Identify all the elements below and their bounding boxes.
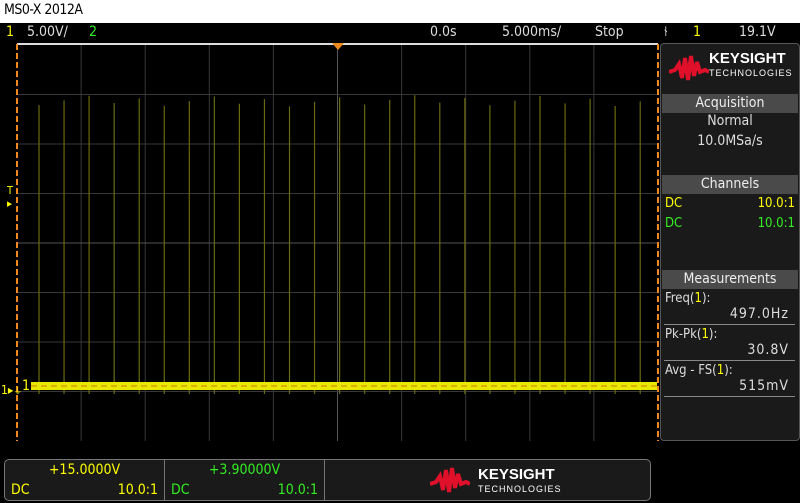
keysight-logo-bottom: KEYSIGHT TECHNOLOGIES — [430, 462, 570, 498]
ch2-probe: 10.0:1 — [277, 482, 318, 498]
ch1-info[interactable]: +15.0000V DC 10.0:1 — [5, 460, 165, 500]
measurement-freq[interactable]: Freq(1): 497.0Hz — [661, 289, 799, 325]
ch1-trace-label: 1 — [22, 378, 31, 394]
ch2-offset: +3.90000V — [208, 462, 281, 478]
ch1-scale[interactable]: 5.00V/ — [27, 24, 68, 40]
logo-sub: TECHNOLOGIES — [478, 484, 562, 494]
channel-2-row[interactable]: DC 10.0:1 — [661, 216, 799, 233]
meas-label-end: ): — [724, 363, 733, 378]
measurement-pkpk[interactable]: Pk-Pk(1): 30.8V — [661, 325, 799, 361]
ch1-ground-label: 1 — [1, 383, 8, 397]
meas-label-end: ): — [701, 291, 711, 306]
logo-name: KEYSIGHT — [478, 466, 555, 483]
meas-label: Freq( — [665, 291, 695, 306]
ch2-coupling: DC — [171, 482, 190, 498]
trigger-level-label: T — [7, 184, 14, 197]
graticule — [17, 45, 658, 441]
meas-value: 497.0Hz — [664, 306, 795, 325]
ground-icon: ⏚ — [13, 387, 23, 397]
acquisition-header[interactable]: Acquisition — [662, 94, 798, 113]
waveform-display[interactable] — [17, 43, 658, 441]
trigger-source[interactable]: 1 — [693, 24, 701, 40]
status-bar: 1 5.00V/ 2 0.0s 5.000ms/ Stop ⫮ 1 19.1V — [0, 23, 800, 43]
meas-label: Pk-Pk( — [665, 327, 702, 342]
timebase[interactable]: 5.000ms/ — [502, 24, 561, 40]
right-boundary — [657, 44, 659, 441]
left-boundary — [16, 44, 18, 441]
acquisition-mode: Normal — [707, 113, 753, 129]
meas-value: 30.8V — [664, 342, 795, 361]
ch2-info[interactable]: +3.90000V DC 10.0:1 — [165, 460, 325, 500]
meas-value: 515mV — [664, 378, 795, 397]
measurements-header[interactable]: Measurements — [662, 270, 798, 289]
ch2-number[interactable]: 2 — [89, 24, 97, 40]
ch1-probe: 10.0:1 — [117, 482, 158, 498]
window-title: MS0-X 2012A — [0, 0, 800, 23]
ch1-probe: 10.0:1 — [757, 196, 795, 211]
logo-sub: TECHNOLOGIES — [709, 68, 793, 78]
trigger-position-marker[interactable] — [332, 43, 344, 50]
measurement-avg[interactable]: Avg - FS(1): 515mV — [661, 361, 799, 397]
ch1-offset: +15.0000V — [48, 462, 121, 478]
channel-1-row[interactable]: DC 10.0:1 — [661, 196, 799, 213]
trigger-level-marker[interactable]: T ▸ — [7, 184, 13, 210]
sample-rate: 10.0MSa/s — [697, 133, 763, 149]
keysight-logo: KEYSIGHT TECHNOLOGIES — [661, 44, 799, 94]
trigger-level[interactable]: 19.1V — [739, 24, 776, 40]
channels-header[interactable]: Channels — [662, 175, 798, 194]
ch1-coupling: DC — [665, 196, 683, 211]
ch2-probe: 10.0:1 — [757, 216, 795, 231]
logo-name: KEYSIGHT — [709, 50, 786, 67]
ch1-number[interactable]: 1 — [6, 24, 14, 40]
meas-source: 1 — [701, 327, 709, 342]
rising-edge-icon: ⫮ — [664, 24, 668, 40]
side-panel: KEYSIGHT TECHNOLOGIES Acquisition Normal… — [660, 43, 800, 441]
ch2-coupling: DC — [665, 216, 683, 231]
run-state: Stop — [595, 24, 624, 40]
ch1-ground-marker[interactable]: 1▸⏚ — [1, 383, 22, 397]
meas-label: Avg - FS( — [665, 363, 717, 378]
meas-source: 1 — [694, 291, 702, 306]
meas-label-end: ): — [708, 327, 718, 342]
keysight-wave-icon — [430, 467, 470, 493]
keysight-wave-icon — [669, 55, 709, 81]
horizontal-delay[interactable]: 0.0s — [430, 24, 457, 40]
ch1-coupling: DC — [11, 482, 30, 498]
